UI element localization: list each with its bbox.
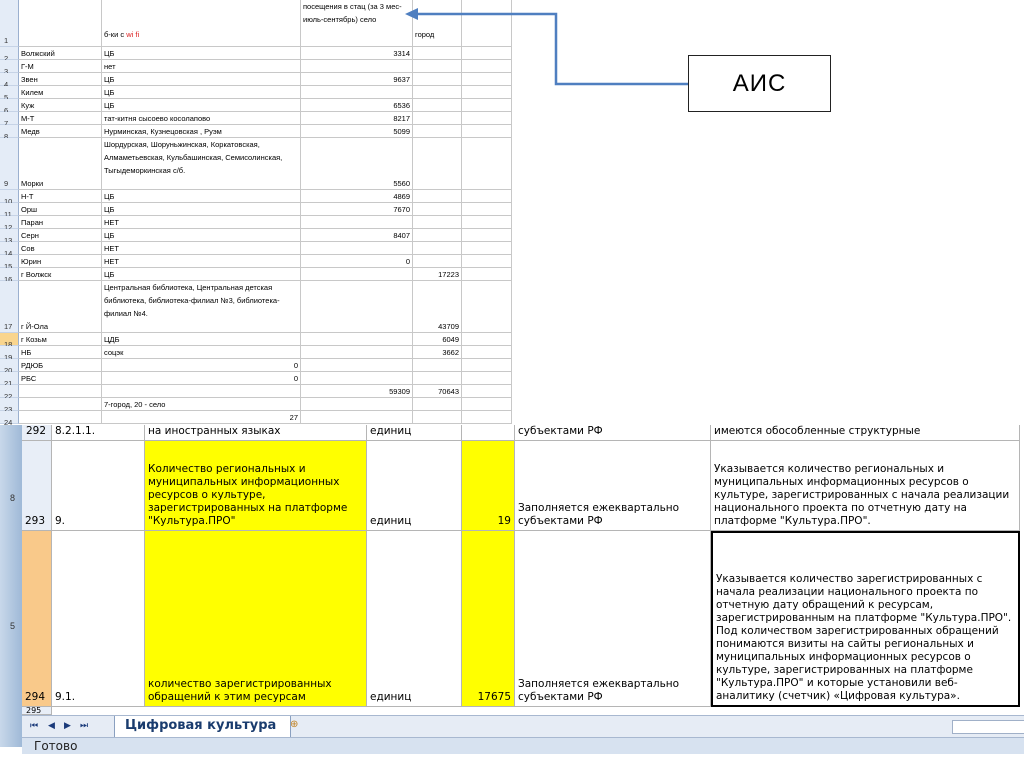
cell-text: Заполняется ежеквартально субъектами РФ <box>518 502 680 527</box>
row-header-294[interactable]: 294 <box>22 531 52 707</box>
outline-bar: 8 5 <box>0 425 22 747</box>
cell-text: 9. <box>55 515 66 527</box>
next-sheet-icon[interactable]: ▶ <box>64 720 71 731</box>
cell-value-highlighted[interactable]: 19 <box>462 441 515 531</box>
cell-unit[interactable]: единиц <box>367 531 462 707</box>
cell-value[interactable] <box>462 425 515 441</box>
sheet-grid: 292 8.2.1.1. на иностранных языках едини… <box>22 425 1024 715</box>
insert-sheet-icon[interactable]: ⊕ <box>290 719 318 735</box>
cell-name-highlighted[interactable]: количество зарегистрированных обращений … <box>145 531 367 707</box>
row-header-295[interactable]: 295 <box>22 707 52 715</box>
status-bar: Готово <box>22 737 1024 754</box>
cell-text: единиц <box>370 515 412 527</box>
cell-code[interactable]: 9. <box>52 441 145 531</box>
cell-text: количество зарегистрированных обращений … <box>148 678 332 703</box>
cell-description-selected[interactable]: Указывается количество зарегистрированны… <box>711 531 1020 707</box>
cell-frequency[interactable]: Заполняется ежеквартально субъектами РФ <box>515 531 711 707</box>
cell-description[interactable]: Указывается количество региональных и му… <box>711 441 1020 531</box>
horizontal-scrollbar[interactable] <box>952 720 1024 734</box>
ais-callout-box: АИС <box>688 55 831 112</box>
bottom-spreadsheet: 8 5 292 8.2.1.1. на иностранных языках е… <box>0 425 1024 767</box>
cell-text: Заполняется ежеквартально субъектами РФ <box>518 678 680 703</box>
first-sheet-icon[interactable]: ⏮ <box>30 720 38 731</box>
row-number: 293 <box>25 515 46 527</box>
cell-description[interactable]: имеются обособленные структурные <box>711 425 1020 441</box>
cell-text: 19 <box>497 515 511 527</box>
row-header-292[interactable]: 292 <box>22 425 52 441</box>
ais-callout-label: АИС <box>732 69 787 97</box>
cell-value-highlighted[interactable]: 17675 <box>462 531 515 707</box>
cell-code[interactable]: 9.1. <box>52 531 145 707</box>
cell-text: единиц <box>370 691 412 703</box>
cell-text: Указывается количество зарегистрированны… <box>716 573 1012 702</box>
cell-text: Указывается количество региональных и му… <box>714 463 1010 527</box>
cell-unit[interactable]: единиц <box>367 425 462 441</box>
cell-unit[interactable]: единиц <box>367 441 462 531</box>
outline-marker: 8 <box>10 493 16 503</box>
outline-marker: 5 <box>10 621 16 631</box>
row-number: 294 <box>25 691 46 703</box>
cell-name[interactable]: на иностранных языках <box>145 425 367 441</box>
cell-text: 9.1. <box>55 691 76 703</box>
cell-code[interactable]: 8.2.1.1. <box>52 425 145 441</box>
cell-text: 17675 <box>477 691 511 703</box>
sheet-tab-active[interactable]: Цифровая культура <box>114 716 292 738</box>
last-sheet-icon[interactable]: ⏭ <box>80 720 88 731</box>
cell-text: Количество региональных и муниципальных … <box>148 463 348 527</box>
row-header-293[interactable]: 293 <box>22 441 52 531</box>
cell-frequency[interactable]: субъектами РФ <box>515 425 711 441</box>
sheet-tab-bar: ⏮ ◀ ▶ ⏭ Цифровая культура ⊕ <box>22 715 1024 738</box>
cell-frequency[interactable]: Заполняется ежеквартально субъектами РФ <box>515 441 711 531</box>
prev-sheet-icon[interactable]: ◀ <box>48 720 55 731</box>
cell-name-highlighted[interactable]: Количество региональных и муниципальных … <box>145 441 367 531</box>
